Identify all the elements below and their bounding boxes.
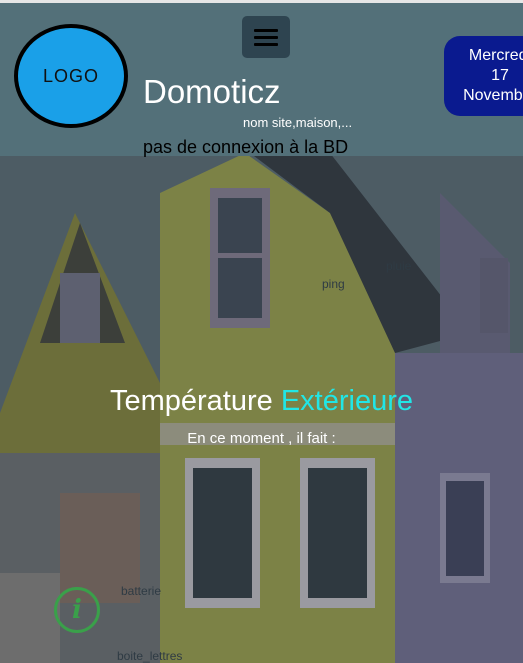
boite-lettres-widget[interactable]: boite_lettres [117, 649, 182, 663]
temperature-title: Température Extérieure [0, 385, 523, 418]
temperature-subtitle: En ce moment , il fait : [187, 430, 336, 447]
menu-toggle-button[interactable] [242, 16, 290, 58]
site-title: Domoticz [143, 73, 281, 110]
logo-text: LOGO [42, 65, 99, 86]
hero-background: LOGO Domoticz nom site,maison,... Mercre… [0, 0, 523, 663]
date-weekday: Mercredi [468, 47, 523, 64]
temperature-title-part1: Température [109, 385, 273, 417]
date-day: 17 [491, 67, 509, 84]
site-logo[interactable]: LOGO [14, 24, 128, 128]
temperature-title-part2: Extérieure [280, 385, 414, 417]
header-bar: LOGO Domoticz nom site,maison,... Mercre… [0, 0, 523, 156]
date-badge: Mercredi 17 Novembre [444, 36, 523, 116]
date-month: Novembre [463, 87, 523, 104]
pluie-widget[interactable]: pluie [386, 259, 411, 273]
info-icon[interactable]: i [54, 587, 100, 633]
ping-widget[interactable]: ping [322, 277, 345, 291]
db-status-message: pas de connexion à la BD [143, 137, 349, 157]
hamburger-menu-icon [254, 28, 278, 32]
site-subtitle: nom site,maison,... [243, 115, 353, 130]
batterie-widget[interactable]: batterie [121, 584, 161, 598]
